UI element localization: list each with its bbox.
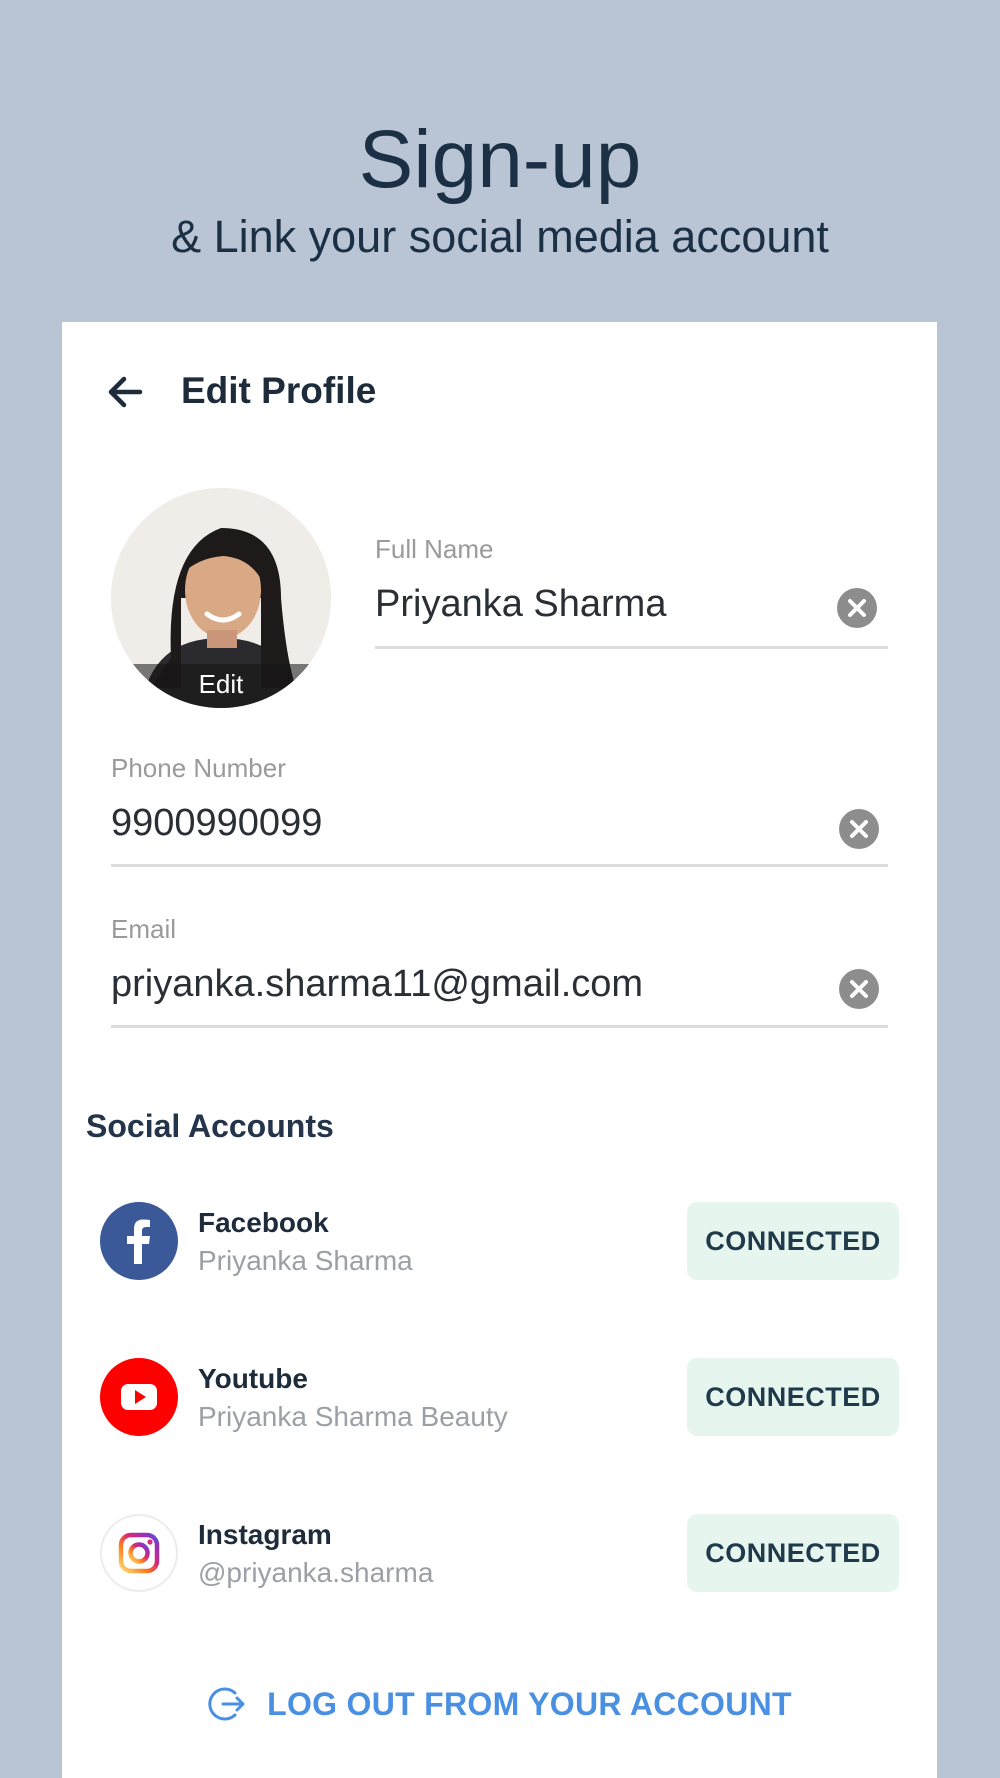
- full-name-label: Full Name: [375, 534, 494, 564]
- social-handle: @priyanka.sharma: [198, 1557, 434, 1588]
- clear-full-name-button[interactable]: [837, 588, 877, 628]
- logout-label: LOG OUT FROM YOUR ACCOUNT: [267, 1685, 792, 1722]
- page-title: Edit Profile: [181, 370, 377, 411]
- close-icon: [850, 980, 868, 998]
- email-underline: [111, 1025, 888, 1028]
- avatar[interactable]: Edit: [111, 488, 331, 708]
- instagram-icon: [100, 1514, 178, 1592]
- social-row-instagram: Instagram @priyanka.sharma CONNECTED: [62, 1514, 937, 1594]
- clear-phone-button[interactable]: [839, 809, 879, 849]
- social-name: Instagram: [198, 1519, 332, 1550]
- social-handle: Priyanka Sharma: [198, 1245, 413, 1276]
- avatar-edit-label[interactable]: Edit: [111, 664, 331, 708]
- hero-subtitle: & Link your social media account: [171, 211, 829, 262]
- edit-profile-card: Edit Profile Edit Full Name Phone Number…: [62, 322, 937, 1778]
- social-row-facebook: Facebook Priyanka Sharma CONNECTED: [62, 1202, 937, 1282]
- youtube-connected-button[interactable]: CONNECTED: [687, 1358, 899, 1436]
- logout-icon: [208, 1687, 245, 1721]
- top-app-bar: Edit Profile: [62, 322, 937, 462]
- facebook-connected-button[interactable]: CONNECTED: [687, 1202, 899, 1280]
- youtube-icon: [100, 1358, 178, 1436]
- close-icon: [850, 820, 868, 838]
- phone-underline: [111, 864, 888, 867]
- social-name: Youtube: [198, 1363, 308, 1394]
- social-name: Facebook: [198, 1207, 329, 1238]
- back-button[interactable]: [100, 366, 152, 418]
- hero-title: Sign-up: [358, 114, 642, 205]
- instagram-connected-button[interactable]: CONNECTED: [687, 1514, 899, 1592]
- logout-button[interactable]: LOG OUT FROM YOUR ACCOUNT: [62, 1684, 937, 1734]
- full-name-input[interactable]: [375, 580, 855, 628]
- email-input[interactable]: [111, 960, 811, 1008]
- clear-email-button[interactable]: [839, 969, 879, 1009]
- phone-label: Phone Number: [111, 753, 286, 783]
- email-label: Email: [111, 914, 177, 944]
- social-row-youtube: Youtube Priyanka Sharma Beauty CONNECTED: [62, 1358, 937, 1438]
- arrow-left-icon: [108, 376, 143, 408]
- full-name-underline: [375, 646, 888, 649]
- social-handle: Priyanka Sharma Beauty: [198, 1401, 508, 1432]
- phone-input[interactable]: [111, 799, 811, 847]
- close-icon: [848, 599, 866, 617]
- social-accounts-title: Social Accounts: [86, 1108, 334, 1144]
- facebook-icon: [100, 1202, 178, 1280]
